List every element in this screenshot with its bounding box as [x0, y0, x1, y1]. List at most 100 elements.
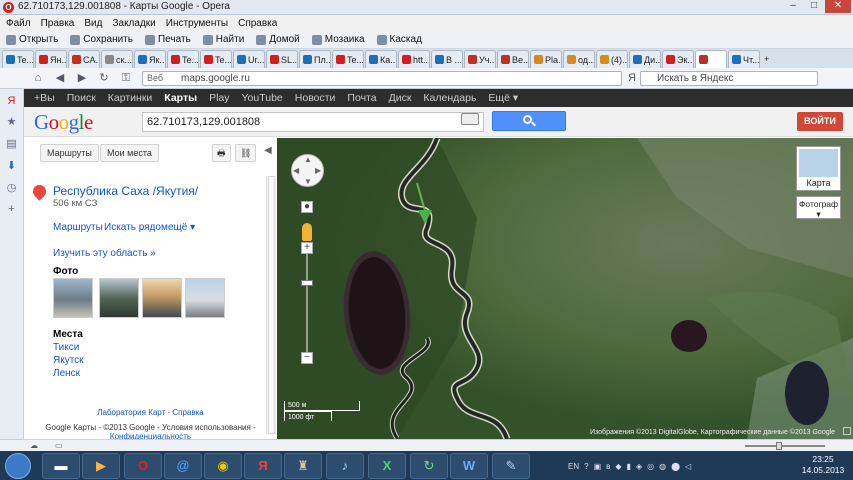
browser-tab[interactable]: (4)... [596, 50, 628, 68]
minimize-button[interactable]: – [783, 0, 803, 13]
map-type-button[interactable]: Карта [796, 146, 841, 191]
photo-thumbnail[interactable] [185, 278, 225, 318]
gbar-item[interactable]: Картинки [108, 92, 153, 104]
place-routes-link[interactable]: Маршруты [53, 222, 103, 233]
sync-icon[interactable]: ↻ [410, 453, 448, 479]
bookmark-star-icon[interactable]: ★ [4, 115, 19, 129]
tray-app-icon[interactable]: ◈ [636, 462, 642, 471]
browser-tab[interactable] [695, 50, 727, 68]
excel-icon[interactable]: X [368, 453, 406, 479]
tray-app-icon[interactable]: ⬤ [671, 462, 680, 471]
menu-edit[interactable]: Правка [41, 18, 75, 29]
link-button[interactable]: ⛓ [235, 144, 257, 162]
browser-tab[interactable]: SL... [266, 50, 298, 68]
browser-tab[interactable]: Уч... [464, 50, 496, 68]
browser-tab[interactable]: Пл... [299, 50, 331, 68]
browser-tab[interactable]: од... [563, 50, 595, 68]
media-player-icon[interactable]: ▶ [82, 453, 120, 479]
gbar-item[interactable]: Ещё ▾ [488, 92, 518, 104]
clock[interactable]: 23:25 14.05.2013 [797, 454, 849, 476]
yandex-browser-icon[interactable]: Я [244, 453, 282, 479]
reload-icon[interactable]: ↻ [96, 71, 112, 86]
notes-icon[interactable]: ▤ [4, 137, 19, 151]
bluetooth-icon[interactable]: ʙ [606, 462, 610, 471]
start-button[interactable] [5, 453, 31, 479]
opera-icon[interactable]: O [124, 453, 162, 479]
network-icon[interactable]: ▮ [627, 462, 631, 471]
tile-button[interactable]: Мозаика [311, 34, 365, 45]
tray-app-icon[interactable]: ◍ [659, 462, 666, 471]
my-places-button[interactable]: Мои места [100, 144, 159, 162]
browser-tab[interactable]: Te... [332, 50, 364, 68]
browser-tab[interactable]: Te... [167, 50, 199, 68]
pegman-icon[interactable] [302, 223, 312, 241]
cloud-icon[interactable]: ☁ [30, 441, 38, 450]
menu-tools[interactable]: Инструменты [166, 18, 228, 29]
menu-bookmarks[interactable]: Закладки [112, 18, 155, 29]
keyboard-icon[interactable] [461, 113, 479, 125]
page-zoom-slider[interactable] [745, 445, 825, 447]
routes-button[interactable]: Маршруты [40, 144, 99, 162]
language-indicator[interactable]: EN [568, 462, 579, 471]
cascade-button[interactable]: Каскад [376, 34, 422, 45]
search-input[interactable]: Искать в Яндекс [640, 71, 818, 86]
zoom-slider[interactable] [306, 254, 308, 352]
zoom-slider-knob[interactable] [301, 280, 313, 286]
home-button[interactable]: Домой [256, 34, 300, 45]
menu-help[interactable]: Справка [238, 18, 277, 29]
open-button[interactable]: Открыть [6, 34, 58, 45]
place-title[interactable]: Республика Саха /Якутия/ [53, 184, 198, 198]
pan-right-icon[interactable]: ▶ [315, 166, 321, 175]
zoom-in-button[interactable]: + [301, 242, 313, 254]
photo-thumbnail[interactable] [53, 278, 93, 318]
paint-icon[interactable]: ✎ [492, 453, 530, 479]
back-icon[interactable]: ◀ [52, 71, 68, 86]
panel-scrollbar-thumb[interactable] [268, 176, 275, 434]
browser-tab[interactable]: Як... [134, 50, 166, 68]
pan-left-icon[interactable]: ◀ [293, 166, 299, 175]
search-nearby-link[interactable]: Искать рядом [104, 222, 168, 233]
home-nav-icon[interactable]: ⌂ [30, 71, 46, 86]
more-link[interactable]: ещё ▾ [168, 222, 195, 233]
browser-tab[interactable]: Чт... [728, 50, 760, 68]
find-button[interactable]: Найти [202, 34, 244, 45]
gbar-item[interactable]: Почта [347, 92, 376, 104]
satellite-map[interactable] [277, 138, 853, 439]
save-button[interactable]: Сохранить [70, 34, 133, 45]
maximize-button[interactable]: □ [804, 0, 824, 13]
browser-tab[interactable]: Pla... [530, 50, 562, 68]
map-search-input[interactable]: 62.710173,129.001808 [142, 112, 484, 132]
collapse-panel-icon[interactable]: ◀ [264, 145, 272, 156]
gbar-item[interactable]: +Вы [34, 92, 55, 104]
forward-icon[interactable]: ▶ [74, 71, 90, 86]
map-corner-icon[interactable] [843, 427, 851, 435]
browser-tab[interactable]: Эк... [662, 50, 694, 68]
menu-file[interactable]: Файл [6, 18, 31, 29]
gbar-item[interactable]: Календарь [423, 92, 476, 104]
browser-tab[interactable]: Ян... [35, 50, 67, 68]
place-link[interactable]: Якутск [53, 355, 84, 366]
new-tab-button[interactable]: + [761, 50, 775, 68]
earth-view-icon[interactable]: ● [301, 201, 313, 213]
yandex-icon[interactable]: Я [624, 71, 640, 86]
sign-in-button[interactable]: ВОЙТИ [797, 112, 843, 131]
close-button[interactable]: ✕ [825, 0, 851, 13]
browser-tab[interactable]: Ди... [629, 50, 661, 68]
mail-icon[interactable]: @ [164, 453, 202, 479]
page-zoom-knob[interactable] [776, 442, 782, 450]
panel-scrollbar[interactable] [266, 176, 276, 434]
tray-app-icon[interactable]: ◆ [615, 462, 621, 471]
menu-view[interactable]: Вид [84, 18, 102, 29]
browser-tab[interactable]: Ur... [233, 50, 265, 68]
browser-tab[interactable]: Te... [200, 50, 232, 68]
gbar-item[interactable]: Новости [295, 92, 336, 104]
search-button[interactable] [492, 111, 566, 131]
place-link[interactable]: Тикси [53, 342, 79, 353]
chrome-icon[interactable]: ◉ [204, 453, 242, 479]
print-map-button[interactable]: 🖶 [212, 144, 231, 162]
add-panel-icon[interactable]: + [4, 202, 19, 216]
yandex-panel-icon[interactable]: Я [4, 94, 19, 108]
google-logo[interactable]: Google [34, 110, 93, 135]
tray-app-icon[interactable]: ▣ [594, 462, 602, 471]
print-button[interactable]: Печать [144, 34, 191, 45]
